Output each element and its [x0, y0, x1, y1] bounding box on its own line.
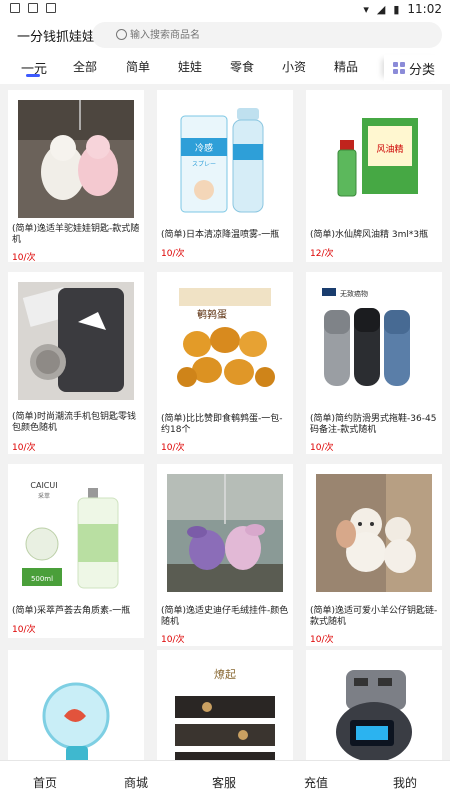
product-name: (简单)时尚潮流手机包钥匙零钱包颜色随机 [12, 412, 137, 433]
tab-all[interactable]: 全部 [73, 58, 97, 75]
signal-icon: ◢ [376, 2, 386, 16]
category-tabs: 一元 全部 简单 娃娃 零食 小资 精品 分类 [0, 52, 450, 84]
product-card[interactable] [8, 650, 144, 760]
product-price: 10/次 [161, 635, 185, 645]
product-price: 10/次 [161, 443, 185, 453]
product-price: 12/次 [310, 249, 334, 259]
app-header: 一分钱抓娃娃 [0, 18, 450, 52]
product-image: CAICUI 采萃 500ml [18, 474, 134, 592]
svg-text:采萃: 采萃 [38, 492, 50, 500]
svg-text:冷感: 冷感 [195, 142, 213, 154]
tab-simple[interactable]: 简单 [126, 58, 150, 75]
product-card[interactable]: (简单)时尚潮流手机包钥匙零钱包颜色随机 10/次 [8, 272, 144, 454]
product-image [18, 660, 134, 760]
product-image [316, 474, 432, 592]
tab-snacks[interactable]: 零食 [230, 58, 254, 75]
tab-dolls[interactable]: 娃娃 [178, 58, 202, 75]
product-image [316, 660, 432, 760]
search-input[interactable] [130, 26, 410, 44]
svg-text:鹌鹑蛋: 鹌鹑蛋 [197, 308, 227, 321]
product-card[interactable]: 燎起 [157, 650, 293, 760]
product-name: (简单)采萃芦荟去角质素-一瓶 [12, 606, 131, 616]
tab-petty-bourgeois[interactable]: 小资 [282, 58, 306, 75]
svg-text:风油精: 风油精 [376, 143, 403, 155]
product-image [167, 474, 283, 592]
grid-icon [392, 62, 405, 74]
svg-text:スプレー: スプレー [192, 161, 216, 168]
svg-text:无致癌物: 无致癌物 [340, 289, 368, 298]
svg-text:500ml: 500ml [31, 575, 53, 583]
tab-mine[interactable]: 我的 [393, 774, 417, 791]
tab-service[interactable]: 客服 [212, 774, 236, 791]
product-name: (简单)逸适史迪仔毛绒挂件-颜色随机 [161, 606, 289, 627]
tab-recharge[interactable]: 充值 [304, 774, 328, 791]
product-image: 燎起 [167, 660, 283, 760]
product-card[interactable]: (简单)逸适可爱小羊公仔钥匙链-款式随机 10/次 [306, 464, 442, 646]
gallery-icon [28, 3, 38, 13]
product-name: (简单)水仙牌风油精 3ml*3瓶 [310, 230, 429, 240]
product-price: 10/次 [12, 253, 36, 263]
product-name: (简单)逸适可爱小羊公仔钥匙链-款式随机 [310, 606, 438, 627]
product-image: 鹌鹑蛋 [167, 282, 283, 400]
product-card[interactable]: (简单)逸适史迪仔毛绒挂件-颜色随机 10/次 [157, 464, 293, 646]
product-card[interactable]: CAICUI 采萃 500ml (简单)采萃芦荟去角质素-一瓶 10/次 [8, 464, 144, 638]
product-card[interactable]: 鹌鹑蛋 (简单)比比赞即食鹌鹑蛋-一包-约18个 10/次 [157, 272, 293, 454]
tab-home[interactable]: 首页 [33, 774, 57, 791]
category-button[interactable]: 分类 [384, 55, 444, 81]
product-card[interactable]: (简单)逸适羊驼娃娃钥匙-款式随机 10/次 [8, 90, 144, 263]
clock: 11:02 [407, 2, 442, 16]
product-image [18, 100, 134, 218]
product-card[interactable]: 无致癌物 (简单)简约防滑男式拖鞋-36-45码备注-款式随机 10/次 [306, 272, 442, 454]
product-card[interactable]: 风油精 (简单)水仙牌风油精 3ml*3瓶 12/次 [306, 90, 442, 262]
product-name: (简单)简约防滑男式拖鞋-36-45码备注-款式随机 [310, 414, 437, 435]
product-name: (简单)日本清凉降温喷雾-一瓶 [161, 230, 280, 240]
product-image: 冷感 スプレー [167, 100, 283, 218]
product-image [18, 282, 134, 400]
product-price: 10/次 [12, 625, 36, 635]
product-image: 无致癌物 [316, 282, 432, 400]
product-card[interactable] [306, 650, 442, 760]
product-image: 风油精 [316, 100, 432, 218]
battery-icon: ▮ [393, 2, 400, 16]
wifi-icon: ▾ [363, 2, 369, 16]
category-label: 分类 [408, 62, 435, 78]
svg-text:CAICUI: CAICUI [30, 481, 57, 490]
product-price: 10/次 [310, 443, 334, 453]
product-price: 10/次 [161, 249, 185, 259]
product-price: 10/次 [310, 635, 334, 645]
status-bar: ▾ ◢ ▮ 11:02 [0, 0, 450, 18]
notification-icon [10, 3, 20, 13]
product-name: (简单)逸适羊驼娃娃钥匙-款式随机 [12, 224, 140, 245]
svg-text:燎起: 燎起 [214, 668, 236, 681]
search-icon [116, 29, 127, 40]
search-bar[interactable] [92, 22, 442, 48]
product-card[interactable]: 冷感 スプレー (简单)日本清凉降温喷雾-一瓶 10/次 [157, 90, 293, 262]
app-title: 一分钱抓娃娃 [17, 30, 96, 45]
product-grid: (简单)逸适羊驼娃娃钥匙-款式随机 10/次 冷感 スプレー (简单)日本清凉降… [0, 84, 450, 760]
product-name: (简单)比比赞即食鹌鹑蛋-一包-约18个 [161, 414, 283, 435]
active-tab-indicator [26, 74, 40, 77]
tab-premium[interactable]: 精品 [334, 58, 358, 75]
product-price: 10/次 [12, 443, 36, 453]
bottom-tab-bar: 首页 商城 客服 充值 我的 [0, 760, 450, 800]
tab-mall[interactable]: 商城 [124, 774, 148, 791]
app-a-icon [46, 3, 56, 13]
